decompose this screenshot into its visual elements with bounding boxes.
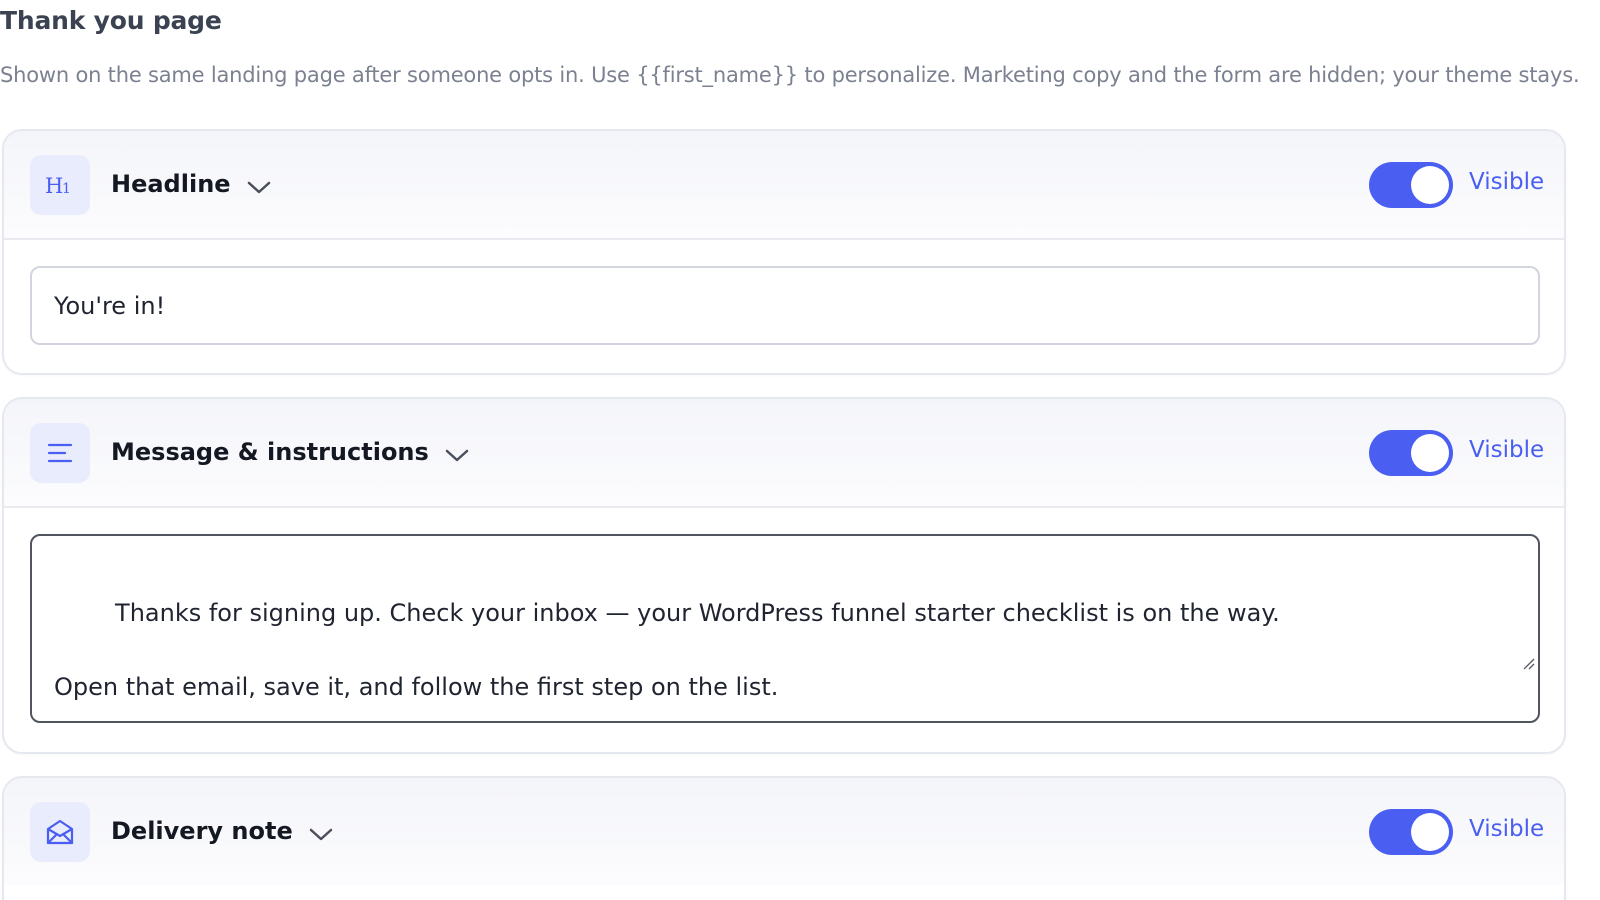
message-visibility-label: Visible <box>1469 437 1545 463</box>
delivery-note-visibility-toggle[interactable] <box>1369 809 1453 855</box>
page-title: Thank you page <box>0 6 222 35</box>
message-card-body: Thanks for signing up. Check your inbox … <box>4 508 1564 749</box>
headline-input[interactable] <box>30 266 1540 345</box>
toggle-knob <box>1411 434 1449 472</box>
headline-card-body <box>4 240 1564 371</box>
heading-h1-icon: H 1 <box>30 155 90 215</box>
resize-handle-icon[interactable] <box>1445 607 1535 718</box>
headline-section-title[interactable]: Headline <box>111 167 271 201</box>
delivery-note-card-header[interactable]: Delivery note Visible <box>4 778 1564 885</box>
toggle-knob <box>1411 813 1449 851</box>
delivery-note-section-title[interactable]: Delivery note <box>111 814 333 848</box>
thank-you-page-settings: Thank you page Shown on the same landing… <box>0 0 1600 900</box>
message-card: Message & instructions Visible Thanks fo… <box>2 397 1566 754</box>
headline-label: Headline <box>111 170 231 198</box>
align-left-lines-icon <box>30 423 90 483</box>
message-section-title[interactable]: Message & instructions <box>111 435 469 469</box>
page-description: Shown on the same landing page after som… <box>0 63 1580 87</box>
svg-text:H: H <box>45 174 63 196</box>
message-label: Message & instructions <box>111 438 429 466</box>
svg-text:1: 1 <box>62 181 71 196</box>
delivery-note-visibility-label: Visible <box>1469 816 1545 842</box>
headline-visibility-label: Visible <box>1469 169 1545 195</box>
message-visibility-toggle[interactable] <box>1369 430 1453 476</box>
delivery-note-card: Delivery note Visible <box>2 776 1566 900</box>
delivery-note-label: Delivery note <box>111 817 293 845</box>
message-card-header[interactable]: Message & instructions Visible <box>4 399 1564 508</box>
chevron-down-icon[interactable] <box>445 441 469 469</box>
chevron-down-icon[interactable] <box>247 173 271 201</box>
headline-card-header[interactable]: H 1 Headline Visible <box>4 131 1564 240</box>
envelope-open-icon <box>30 802 90 862</box>
headline-card: H 1 Headline Visible <box>2 129 1566 375</box>
toggle-knob <box>1411 166 1449 204</box>
message-textarea[interactable]: Thanks for signing up. Check your inbox … <box>30 534 1540 723</box>
message-text: Thanks for signing up. Check your inbox … <box>54 599 1280 701</box>
chevron-down-icon[interactable] <box>309 820 333 848</box>
headline-visibility-toggle[interactable] <box>1369 162 1453 208</box>
